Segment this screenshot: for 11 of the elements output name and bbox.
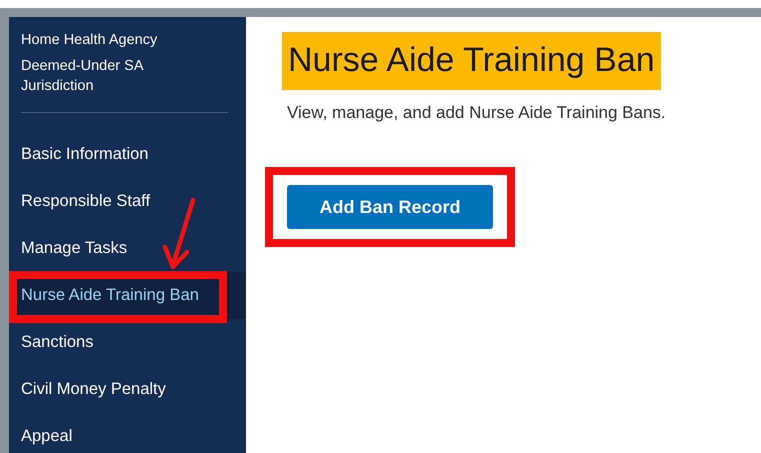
add-ban-record-button[interactable]: Add Ban Record [287, 185, 493, 229]
nav-item[interactable]: Sanctions [9, 319, 246, 366]
nav-item[interactable]: Responsible Staff [9, 178, 246, 225]
page-description: View, manage, and add Nurse Aide Training Bans. [287, 103, 667, 123]
nav-item[interactable]: Civil Money Penalty [9, 366, 246, 413]
nav-item[interactable]: Basic Information [9, 131, 246, 178]
nav-item[interactable]: Appeal [9, 413, 246, 453]
agency-label: Deemed-Under SA Jurisdiction [21, 57, 144, 96]
agency-label: Home Health Agency [21, 31, 158, 50]
nav-item[interactable]: Manage Tasks [9, 225, 246, 272]
page-title: Nurse Aide Training Ban [282, 32, 661, 90]
